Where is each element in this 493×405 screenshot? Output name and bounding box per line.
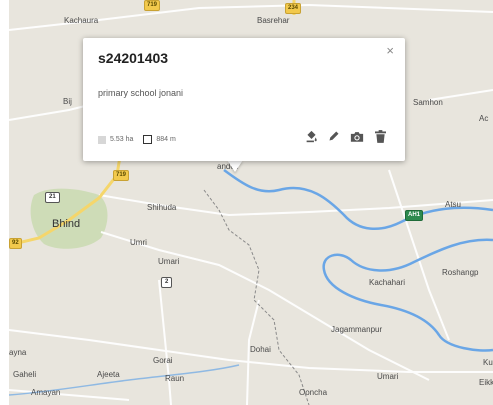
feature-description: primary school jonani — [98, 88, 184, 98]
route-shield-92: 92 — [9, 238, 22, 249]
camera-icon[interactable] — [350, 129, 364, 143]
route-shield-21: 21 — [45, 192, 60, 203]
route-shield-719: 719 — [113, 170, 130, 181]
place-label-atsu: Atsu — [445, 200, 462, 209]
place-label-basrehar: Basrehar — [257, 16, 290, 25]
place-label-gorai: Gorai — [153, 356, 173, 365]
place-label-ooncha: Ooncha — [299, 388, 328, 397]
route-shield-2: 2 — [161, 277, 173, 288]
place-label-eikk: Eikko — [479, 378, 493, 387]
place-label-ac: Ac — [479, 114, 489, 123]
place-label-gaheli: Gaheli — [13, 370, 37, 379]
place-label-amayan: Amayan — [31, 388, 61, 397]
map-frame[interactable]: Kachaura Basrehar Bij Samhon Ac andoli B… — [9, 0, 493, 405]
place-label-umari: Umari — [158, 257, 180, 266]
place-label-ku: Ku — [483, 358, 493, 367]
feature-measurements: 5.53 ha 884 m — [98, 134, 176, 145]
place-label-umari-south: Umari — [377, 372, 399, 381]
feature-info-window: s24201403 × primary school jonani 5.53 h… — [83, 38, 405, 161]
feature-toolbar — [304, 128, 387, 144]
place-label-kachahari: Kachahari — [369, 278, 406, 287]
perimeter-value: 884 m — [156, 136, 176, 143]
place-label-bi: Bij — [63, 97, 72, 106]
route-shield-ah1: AH1 — [405, 210, 424, 221]
place-label-raun: Raun — [165, 374, 185, 383]
place-label-samhon: Samhon — [413, 98, 443, 107]
perimeter-swatch-icon — [143, 135, 153, 144]
area-value: 5.53 ha — [110, 136, 134, 143]
place-label-umri: Umri — [130, 238, 147, 247]
place-label-bhind: Bhind — [52, 218, 81, 230]
place-label-ajeeta: Ajeeta — [97, 370, 120, 379]
paint-bucket-icon[interactable] — [304, 129, 318, 143]
pencil-icon[interactable] — [327, 129, 341, 143]
route-shield-234: 234 — [285, 3, 302, 14]
place-label-kachaura: Kachaura — [64, 16, 99, 25]
place-label-jagammanpur: Jagammanpur — [331, 325, 383, 334]
place-label-ayna: ayna — [9, 348, 27, 357]
place-label-roshangpur: Roshangp — [442, 268, 479, 277]
area-swatch-icon — [98, 135, 106, 144]
popup-tail — [227, 160, 243, 172]
place-label-dohai: Dohai — [250, 345, 271, 354]
feature-title: s24201403 — [98, 50, 169, 66]
route-shield-top: 719 — [144, 0, 161, 11]
place-label-shihuda: Shihuda — [147, 203, 177, 212]
close-icon[interactable]: × — [386, 44, 394, 57]
trash-icon[interactable] — [373, 129, 387, 143]
